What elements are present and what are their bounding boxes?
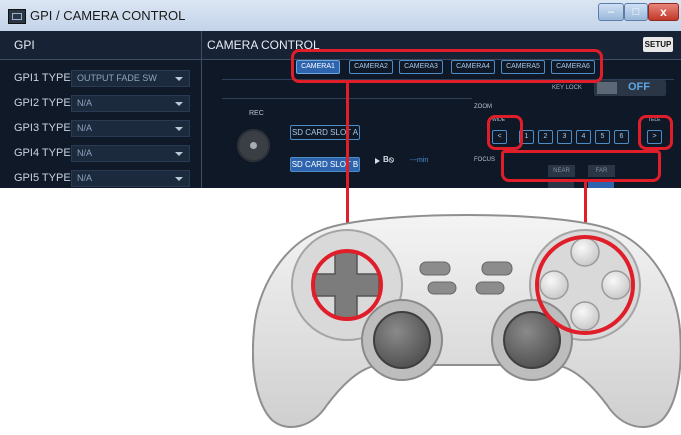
zoom-preset-2[interactable]: 2 <box>538 130 553 144</box>
gpi1-type-select[interactable]: OUTPUT FADE SW <box>71 70 190 87</box>
focus-control[interactable] <box>548 182 574 188</box>
zoom-tele-highlight <box>638 115 673 150</box>
focus-control[interactable] <box>588 182 614 188</box>
minimize-button[interactable]: – <box>598 3 624 21</box>
title-bar: GPI / CAMERA CONTROL – □ x <box>0 0 681 32</box>
record-button-icon[interactable] <box>237 129 270 162</box>
gpi2-type-value: N/A <box>77 98 93 108</box>
maximize-button[interactable]: □ <box>624 3 648 21</box>
gpi1-type-value: OUTPUT FADE SW <box>77 73 157 83</box>
gpi-panel: GPI GPI1 TYPE OUTPUT FADE SW GPI2 TYPE N… <box>0 31 202 188</box>
chevron-down-icon <box>175 177 183 181</box>
gpi2-type-select[interactable]: N/A <box>71 95 190 112</box>
setup-button[interactable]: SETUP <box>643 37 673 52</box>
gpi-header-label: GPI <box>14 38 35 52</box>
left-analog-stick <box>373 311 431 369</box>
gpi-row-3: GPI3 TYPE N/A <box>0 117 201 141</box>
rec-label: REC <box>249 110 264 117</box>
gpi-row-4: GPI4 TYPE N/A <box>0 142 201 166</box>
zoom-preset-5[interactable]: 5 <box>595 130 610 144</box>
face-button-left <box>539 270 569 300</box>
gpi4-type-value: N/A <box>77 148 93 158</box>
gpi4-type-label: GPI4 TYPE <box>14 147 71 159</box>
chevron-down-icon <box>175 152 183 156</box>
gpi2-type-label: GPI2 TYPE <box>14 97 71 109</box>
face-button-top <box>570 237 600 267</box>
chevron-down-icon <box>175 77 183 81</box>
face-button-bottom <box>570 301 600 331</box>
window-title: GPI / CAMERA CONTROL <box>30 8 186 23</box>
toggle-knob <box>597 82 617 94</box>
select-button <box>419 261 451 276</box>
gpi1-type-label: GPI1 TYPE <box>14 72 71 84</box>
gpi3-type-label: GPI3 TYPE <box>14 122 71 134</box>
sd-card-slot-a-button[interactable]: SD CARD SLOT A <box>290 125 360 140</box>
select-button-lower <box>427 281 457 295</box>
start-button-lower <box>475 281 505 295</box>
chevron-down-icon <box>175 127 183 131</box>
gpi-header: GPI <box>0 31 201 60</box>
gpi4-type-select[interactable]: N/A <box>71 145 190 162</box>
play-icon <box>375 158 380 164</box>
gpi5-type-label: GPI5 TYPE <box>14 172 71 184</box>
gpi3-type-select[interactable]: N/A <box>71 120 190 137</box>
close-button[interactable]: x <box>648 3 679 21</box>
gpi5-type-select[interactable]: N/A <box>71 170 190 187</box>
app-window-icon <box>8 9 26 24</box>
remaining-time: ---min <box>410 157 429 164</box>
sd-card-icon: B⦸ <box>383 155 394 164</box>
camera-tabs-highlight <box>291 49 603 83</box>
gpi5-type-value: N/A <box>77 173 93 183</box>
zoom-preset-3[interactable]: 3 <box>557 130 572 144</box>
zoom-wide-highlight <box>487 115 523 150</box>
key-lock-value: OFF <box>628 81 650 93</box>
zoom-label: ZOOM <box>474 104 492 110</box>
gpi-row-1: GPI1 TYPE OUTPUT FADE SW <box>0 67 201 91</box>
face-button-right <box>601 270 631 300</box>
key-lock-label: KEY LOCK <box>552 85 582 91</box>
gpi-row-5: GPI5 TYPE N/A <box>0 167 201 188</box>
gpi-row-2: GPI2 TYPE N/A <box>0 92 201 116</box>
focus-label: FOCUS <box>474 157 495 163</box>
zoom-preset-4[interactable]: 4 <box>576 130 591 144</box>
gpi3-type-value: N/A <box>77 123 93 133</box>
chevron-down-icon <box>175 102 183 106</box>
zoom-preset-6[interactable]: 6 <box>614 130 629 144</box>
start-button <box>481 261 513 276</box>
gamepad-illustration <box>252 214 681 428</box>
sd-card-slot-b-button[interactable]: SD CARD SLOT B <box>290 157 360 172</box>
zoom-bracket-highlight <box>501 150 661 182</box>
key-lock-toggle[interactable]: OFF <box>594 80 666 96</box>
